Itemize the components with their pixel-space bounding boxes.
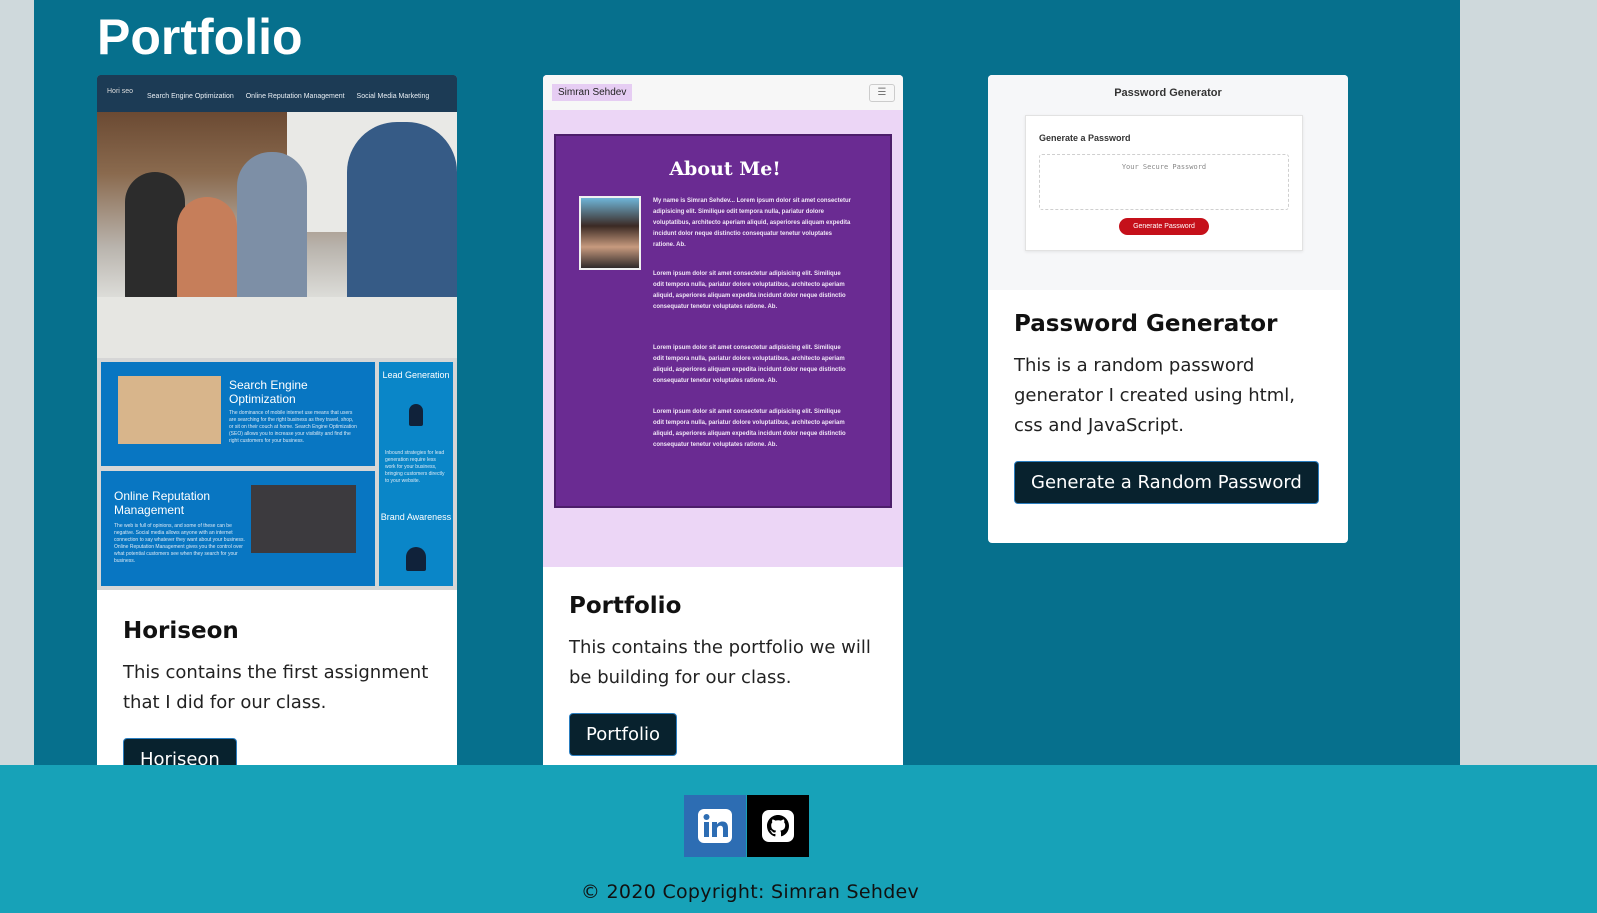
card-body: Portfolio This contains the portfolio we… [569, 593, 883, 756]
screenshot-brand: Simran Sehdev [552, 84, 633, 101]
screenshot-nav-link: Social Media Marketing [356, 93, 430, 100]
generate-password-button[interactable]: Generate a Random Password [1014, 461, 1319, 504]
screenshot-heading: About Me! [669, 158, 781, 180]
page-title: Portfolio [97, 9, 303, 65]
screenshot-paragraph: My name is Simran Sehdev... Lorem ipsum … [653, 198, 851, 248]
screenshot-paragraph: Lorem ipsum dolor sit amet consectetur a… [653, 271, 846, 310]
project-screenshot-portfolio: Simran Sehdev ☰ About Me! My name is Sim… [543, 75, 903, 567]
card-body: Password Generator This is a random pass… [1014, 311, 1328, 504]
card-title: Horiseon [123, 618, 239, 644]
hamburger-icon: ☰ [869, 84, 895, 102]
screenshot-content: Search Engine Optimization The dominance… [97, 358, 457, 590]
card-description: This contains the portfolio we will be b… [569, 637, 871, 688]
project-card-horiseon: Hori seo Search Engine Optimization Onli… [97, 75, 457, 765]
screenshot-block-orm: Online Reputation Management The web is … [101, 471, 375, 586]
card-description: This is a random password generator I cr… [1014, 355, 1295, 436]
footer: © 2020 Copyright: Simran Sehdev [0, 765, 1597, 913]
card-title: Password Generator [1014, 311, 1278, 337]
horiseon-button[interactable]: Horiseon [123, 738, 237, 765]
portfolio-section: Portfolio Hori seo Search Engine Optimiz… [34, 0, 1460, 765]
card-description: This contains the first assignment that … [123, 662, 429, 713]
portfolio-button[interactable]: Portfolio [569, 713, 678, 756]
screenshot-nav-link: Online Reputation Management [245, 93, 345, 100]
copyright-text: © 2020 Copyright: Simran Sehdev [580, 881, 920, 903]
profile-photo [579, 196, 641, 270]
screenshot-paragraph: Lorem ipsum dolor sit amet consectetur a… [653, 345, 846, 384]
screenshot-card-heading: Generate a Password [1039, 133, 1131, 143]
project-screenshot-horiseon: Hori seo Search Engine Optimization Onli… [97, 75, 457, 590]
linkedin-link[interactable] [684, 795, 746, 857]
screenshot-about-panel: About Me! My name is Simran Sehdev... Lo… [554, 134, 892, 508]
screenshot-card: Generate a Password Your Secure Password… [1025, 115, 1303, 251]
linkedin-icon [698, 809, 732, 843]
screenshot-nav-links: Search Engine Optimization Online Reputa… [147, 93, 439, 100]
screenshot-nav-link: Search Engine Optimization [147, 93, 234, 100]
card-body: Horiseon This contains the first assignm… [123, 618, 437, 765]
screenshot-nav: Hori seo Search Engine Optimization Onli… [97, 75, 457, 112]
project-card-portfolio: Simran Sehdev ☰ About Me! My name is Sim… [543, 75, 903, 765]
screenshot-logo: Hori seo [107, 88, 134, 95]
project-card-password-generator: Password Generator Generate a Password Y… [988, 75, 1348, 543]
screenshot-sidebar: Lead Generation Inbound strategies for l… [379, 362, 453, 586]
screenshot-title: Password Generator [1114, 87, 1222, 99]
screenshot-hero-photo [97, 112, 457, 358]
github-link[interactable] [747, 795, 809, 857]
screenshot-nav: Simran Sehdev ☰ [543, 75, 903, 110]
screenshot-block-seo: Search Engine Optimization The dominance… [101, 362, 375, 466]
github-icon [762, 810, 794, 842]
screenshot-generate-button: Generate Password [1119, 218, 1209, 235]
screenshot-paragraph: Lorem ipsum dolor sit amet consectetur a… [653, 409, 846, 448]
project-screenshot-password-generator: Password Generator Generate a Password Y… [988, 75, 1348, 290]
card-title: Portfolio [569, 593, 682, 619]
screenshot-password-field: Your Secure Password [1039, 154, 1289, 210]
